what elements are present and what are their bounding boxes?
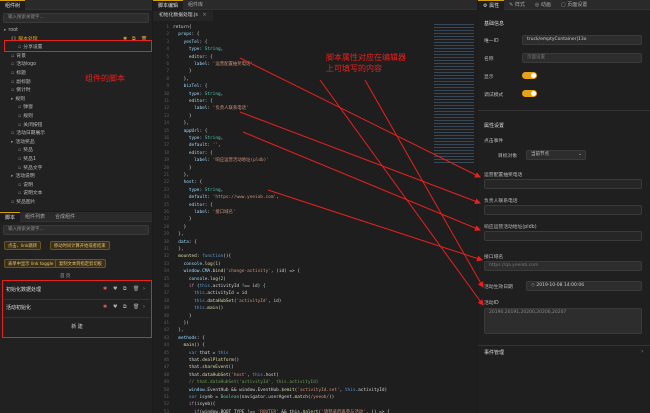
arrow <box>267 189 483 262</box>
annotation-arrows <box>239 57 484 306</box>
arrow <box>239 111 481 205</box>
arrow <box>239 57 481 178</box>
arrow <box>364 79 484 288</box>
arrow <box>319 79 484 306</box>
arrow <box>242 131 481 231</box>
